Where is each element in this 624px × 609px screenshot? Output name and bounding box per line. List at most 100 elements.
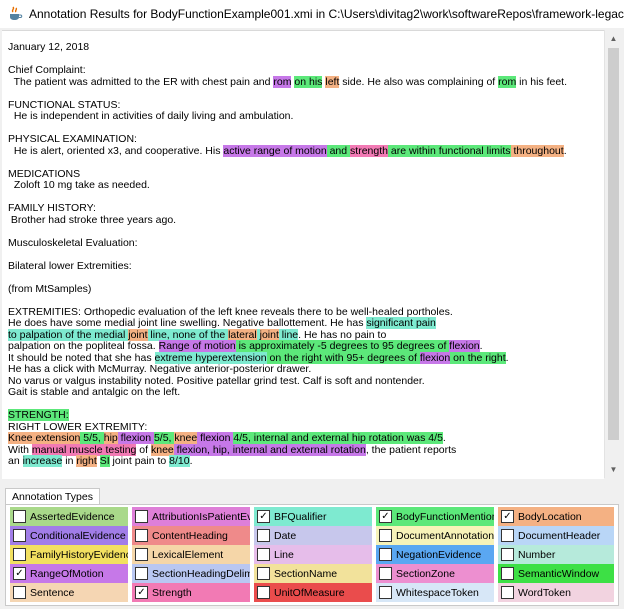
- annotation-type-sectionname[interactable]: SectionName: [254, 564, 372, 583]
- annotation-bodylocation: hip: [103, 432, 118, 444]
- java-app-icon: [10, 6, 23, 20]
- checkbox[interactable]: [257, 586, 270, 599]
- annotation-type-date[interactable]: Date: [254, 526, 372, 545]
- annotation-bodyfunctionmention: on his: [294, 75, 323, 88]
- annotation-type-label: WhitespaceToken: [396, 586, 479, 599]
- annotation-bodylocation: Knee extension: [8, 432, 81, 444]
- annotation-type-wordtoken[interactable]: WordToken: [498, 583, 614, 602]
- document-line: Knee extension 5/5, hip flexion 5/5, kne…: [8, 432, 598, 445]
- text-run: .: [505, 351, 509, 364]
- annotation-bfqualifier: extreme hyperextension: [154, 351, 267, 364]
- annotation-bodylocation: throughout: [510, 144, 564, 157]
- text-run: FAMILY HISTORY:: [8, 202, 96, 214]
- annotation-bfqualifier: line, none of the: [147, 328, 229, 341]
- annotation-type-line[interactable]: Line: [254, 545, 372, 564]
- document-line: [8, 192, 598, 204]
- checkbox[interactable]: [13, 586, 26, 599]
- checkbox[interactable]: [257, 548, 270, 561]
- annotation-type-number[interactable]: Number: [498, 545, 614, 564]
- text-run: He is alert, oriented x3, and cooperativ…: [8, 144, 224, 157]
- annotation-type-label: AssertedEvidence: [30, 510, 115, 523]
- annotation-type-documentheader[interactable]: DocumentHeader: [498, 526, 614, 545]
- annotation-rangeofmotion: rom: [273, 75, 292, 88]
- annotation-type-familyhistoryevidence[interactable]: FamilyHistoryEvidence: [10, 545, 128, 564]
- document-line: an increase in right SI joint pain to 8/…: [8, 455, 598, 468]
- checkbox[interactable]: [135, 529, 148, 542]
- annotation-type-assertedevidence[interactable]: AssertedEvidence: [10, 507, 128, 526]
- annotation-bodylocation: knee: [150, 443, 174, 456]
- checkbox[interactable]: [257, 567, 270, 580]
- annotation-type-bodylocation[interactable]: ✓ BodyLocation: [498, 507, 614, 526]
- annotation-type-label: SectionName: [274, 567, 338, 580]
- checkbox[interactable]: [257, 529, 270, 542]
- scroll-up-icon[interactable]: ▲: [605, 30, 622, 47]
- scrollbar-thumb[interactable]: [608, 48, 619, 440]
- annotation-type-label: DocumentHeader: [518, 529, 601, 542]
- annotation-type-negationevidence[interactable]: NegationEvidence: [376, 545, 494, 564]
- vertical-scrollbar[interactable]: ▲ ▼: [604, 30, 622, 478]
- annotation-bodyfunctionmention: rom: [498, 75, 517, 88]
- annotation-type-label: Number: [518, 548, 556, 561]
- annotation-bfqualifier: significant pain: [366, 317, 436, 329]
- checkbox[interactable]: [379, 586, 392, 599]
- checkbox[interactable]: ✓: [13, 567, 26, 580]
- annotation-type-label: SemanticWindow: [518, 567, 600, 580]
- text-run: side. He also was complaining of: [339, 75, 499, 88]
- document-line: [8, 399, 598, 411]
- text-run: With: [8, 443, 32, 456]
- checkbox[interactable]: [135, 510, 148, 523]
- text-run: palpation on the popliteal fossa.: [8, 340, 159, 352]
- annotation-type-rangeofmotion[interactable]: ✓ RangeOfMotion: [10, 564, 128, 583]
- document-text-pane[interactable]: January 12, 2018 Chief Complaint: The pa…: [2, 30, 604, 479]
- checkbox[interactable]: [135, 567, 148, 580]
- checkbox[interactable]: [13, 548, 26, 561]
- checkbox[interactable]: [501, 548, 514, 561]
- checkbox[interactable]: ✓: [379, 510, 392, 523]
- annotation-type-bodyfunctionmention[interactable]: ✓ BodyFunctionMention: [376, 507, 494, 526]
- annotation-type-bfqualifier[interactable]: ✓ BFQualifier: [254, 507, 372, 526]
- checkbox[interactable]: [379, 548, 392, 561]
- checkbox[interactable]: [379, 529, 392, 542]
- annotation-type-label: BFQualifier: [274, 510, 327, 523]
- checkbox[interactable]: [135, 548, 148, 561]
- annotation-type-label: DocumentAnnotation: [396, 529, 494, 542]
- checkbox[interactable]: [13, 529, 26, 542]
- annotation-type-label: SectionZone: [396, 567, 455, 580]
- annotation-type-contentheading[interactable]: ContentHeading: [132, 526, 250, 545]
- annotation-rangeofmotion: flexion: [449, 340, 480, 352]
- annotation-type-label: LexicalElement: [152, 548, 224, 561]
- annotation-type-label: FamilyHistoryEvidence: [30, 548, 128, 561]
- checkbox[interactable]: ✓: [257, 510, 270, 523]
- checkbox[interactable]: [13, 510, 26, 523]
- checkbox[interactable]: [379, 567, 392, 580]
- annotation-type-conditionalevidence[interactable]: ConditionalEvidence: [10, 526, 128, 545]
- checkbox[interactable]: [501, 567, 514, 580]
- checkbox[interactable]: [501, 586, 514, 599]
- annotation-type-documentannotation[interactable]: DocumentAnnotation: [376, 526, 494, 545]
- annotation-type-sectionheadingdelimiter[interactable]: SectionHeadingDelimiter: [132, 564, 250, 583]
- text-run: joint pain to: [109, 455, 170, 467]
- annotation-type-label: NegationEvidence: [396, 548, 482, 561]
- document-line: Gait is stable and antalgic on the left.: [8, 386, 598, 399]
- text-run: Chief Complaint:: [8, 64, 86, 76]
- checkbox[interactable]: ✓: [501, 510, 514, 523]
- annotation-rangeofmotion: flexion, hip, internal and external rota…: [173, 443, 366, 456]
- annotation-type-semanticwindow[interactable]: SemanticWindow: [498, 564, 614, 583]
- document-line: [8, 157, 598, 169]
- annotation-type-attributionispatientevi[interactable]: AttributionIsPatientEvi...: [132, 507, 250, 526]
- document-line: Brother had stroke three years ago.: [8, 214, 598, 227]
- annotation-type-lexicalelement[interactable]: LexicalElement: [132, 545, 250, 564]
- annotation-type-unitofmeasure[interactable]: UnitOfMeasure: [254, 583, 372, 602]
- checkbox[interactable]: [501, 529, 514, 542]
- tab-annotation-types[interactable]: Annotation Types: [5, 488, 100, 505]
- annotation-type-whitespacetoken[interactable]: WhitespaceToken: [376, 583, 494, 602]
- annotation-bodylocation: knee: [174, 432, 198, 444]
- annotation-bodylocation: joint: [259, 328, 279, 341]
- text-run: .: [189, 455, 193, 467]
- annotation-bodylocation: right: [76, 455, 97, 467]
- scroll-down-icon[interactable]: ▼: [605, 461, 622, 478]
- annotation-type-sectionzone[interactable]: SectionZone: [376, 564, 494, 583]
- annotation-type-strength[interactable]: ✓ Strength: [132, 583, 250, 602]
- checkbox[interactable]: ✓: [135, 586, 148, 599]
- annotation-type-sentence[interactable]: Sentence: [10, 583, 128, 602]
